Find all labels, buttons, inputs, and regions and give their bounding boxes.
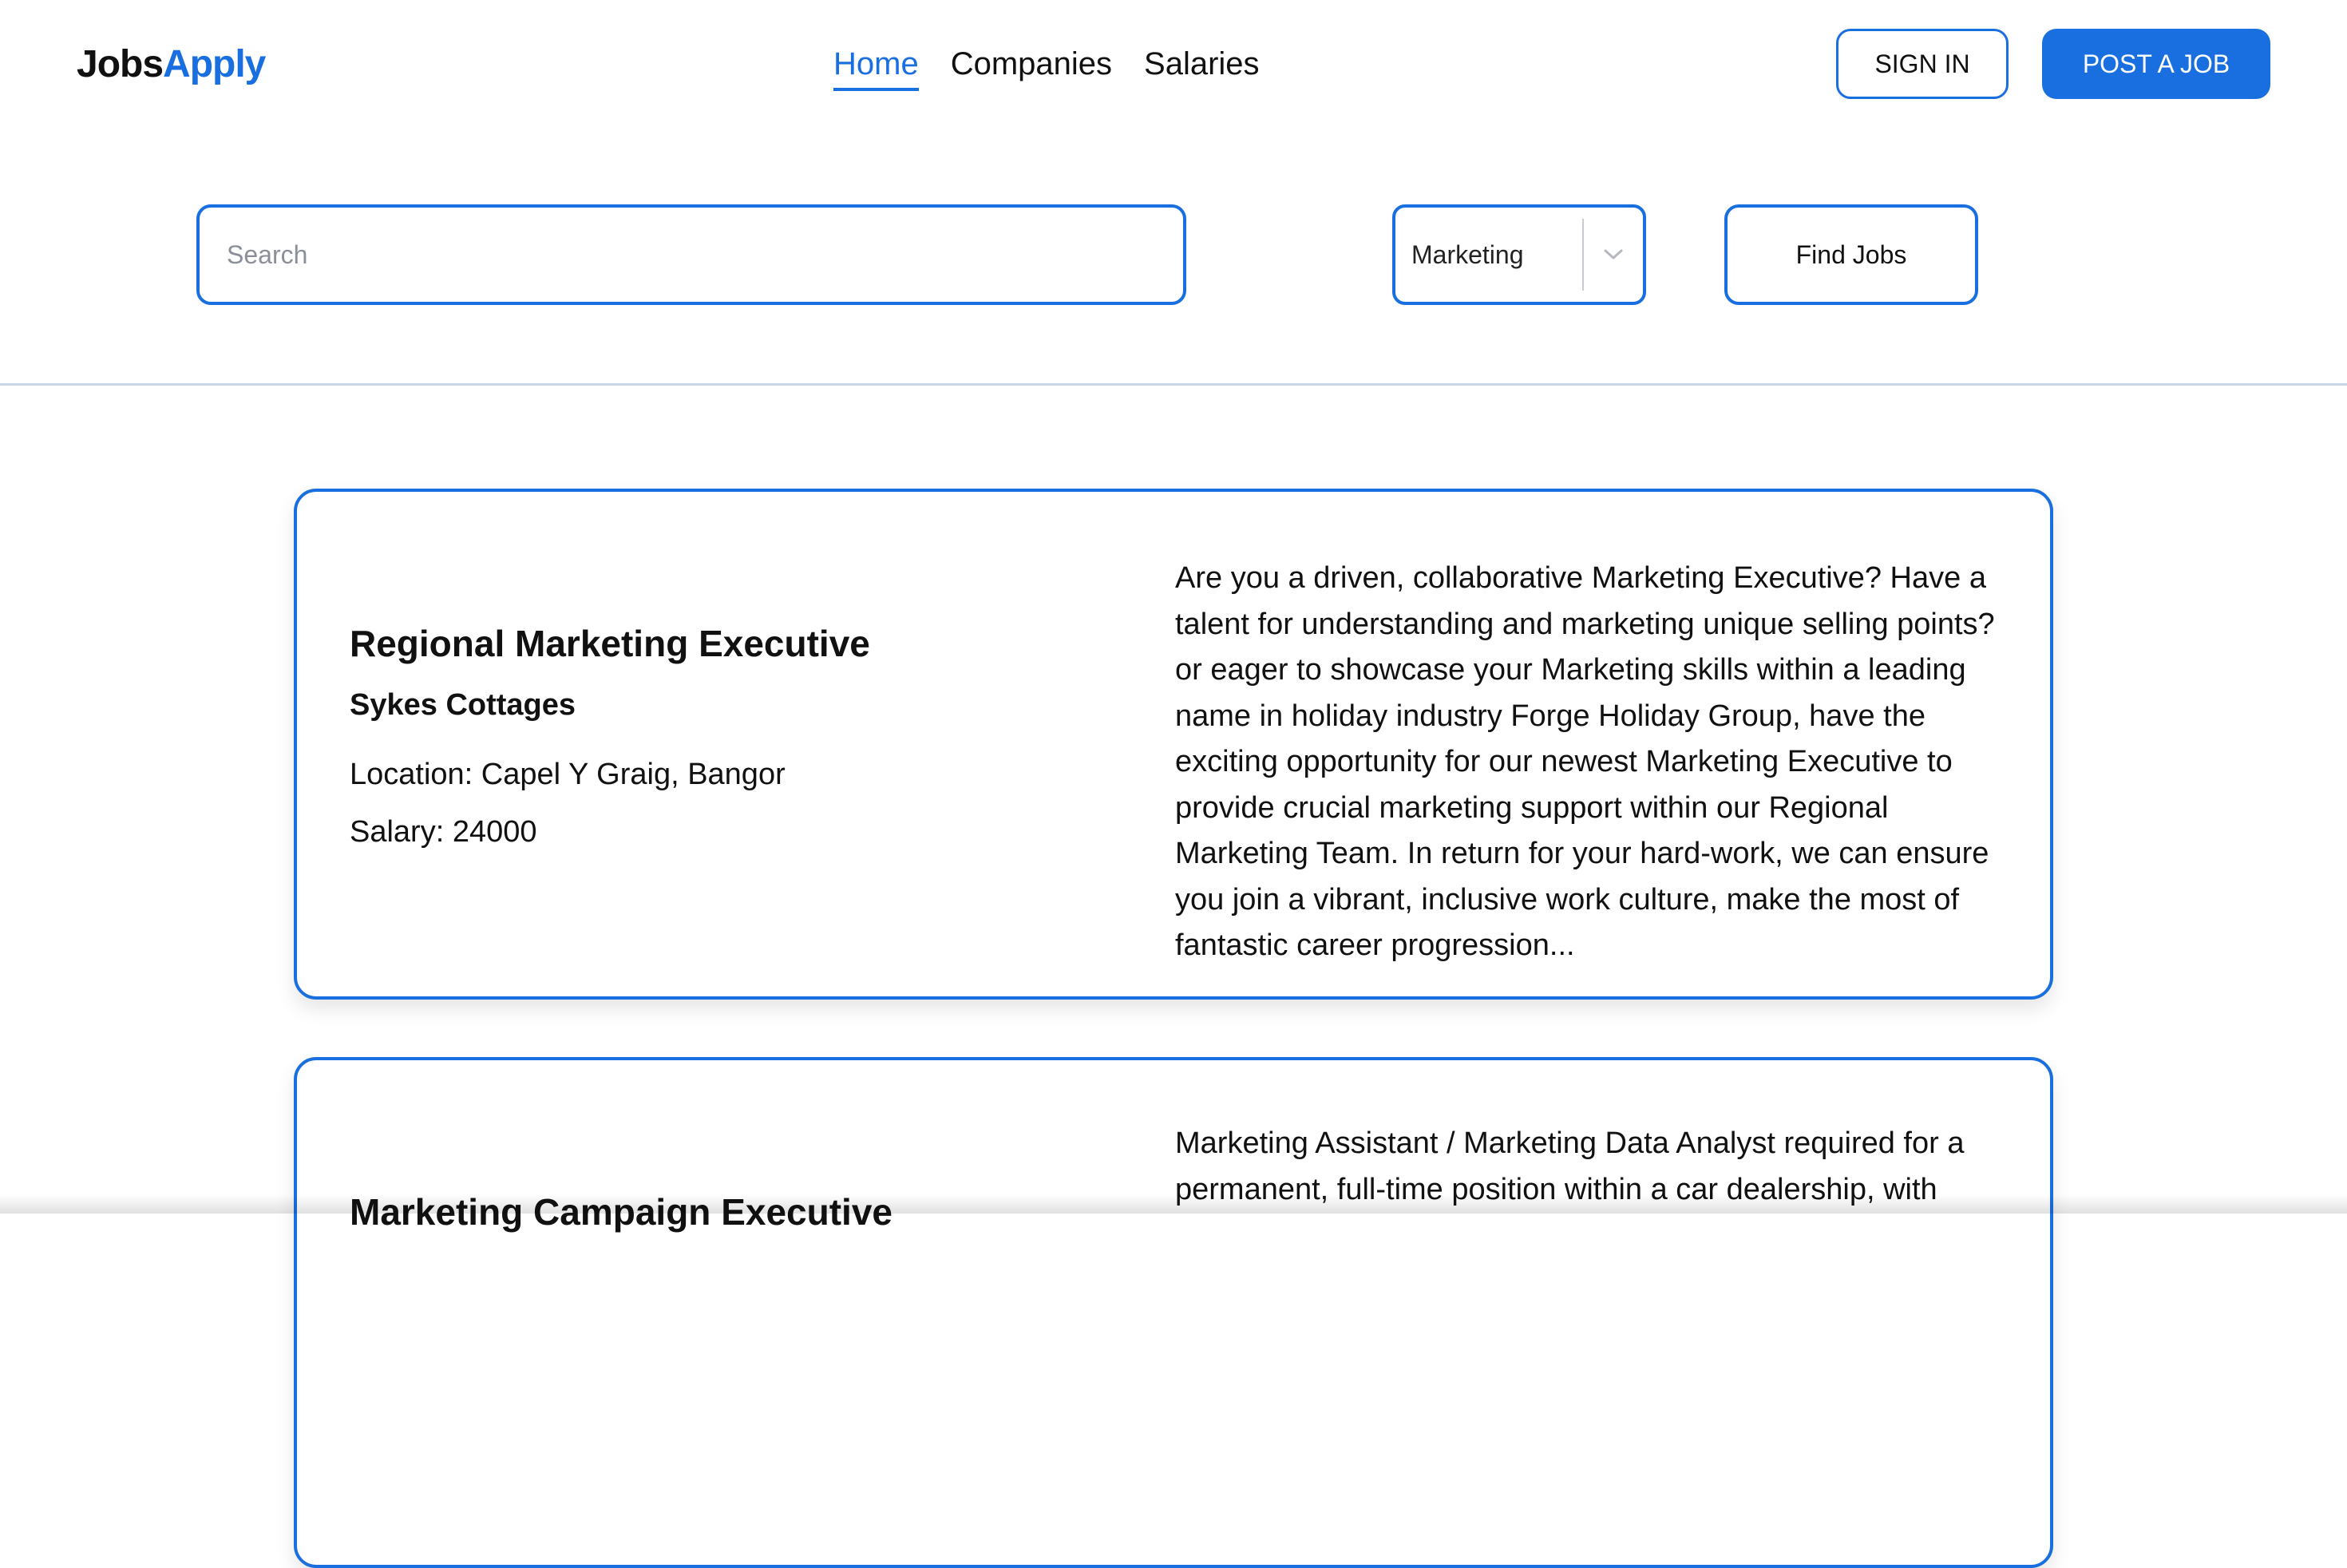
section-divider — [0, 383, 2347, 386]
job-card-summary: Regional Marketing Executive Sykes Cotta… — [350, 492, 1068, 996]
chevron-down-icon — [1584, 248, 1643, 261]
job-title[interactable]: Regional Marketing Executive — [350, 620, 1068, 667]
search-input[interactable] — [196, 204, 1186, 305]
sign-in-button[interactable]: SIGN IN — [1836, 29, 2009, 99]
brand-logo-part1: Jobs — [77, 43, 164, 85]
job-card[interactable]: Marketing Campaign Executive Marketing A… — [294, 1057, 2053, 1568]
job-card[interactable]: Regional Marketing Executive Sykes Cotta… — [294, 489, 2053, 1000]
job-location: Location: Capel Y Graig, Bangor — [350, 758, 786, 791]
nav-item-home[interactable]: Home — [833, 42, 919, 91]
category-select[interactable]: Marketing — [1392, 204, 1646, 305]
top-header: JobsApply Home Companies Salaries SIGN I… — [0, 0, 2347, 128]
nav-item-salaries[interactable]: Salaries — [1144, 42, 1260, 88]
category-select-value: Marketing — [1411, 240, 1524, 269]
brand-logo[interactable]: JobsApply — [77, 38, 266, 91]
nav-item-companies[interactable]: Companies — [951, 42, 1112, 88]
job-company: Sykes Cottages — [350, 688, 576, 722]
job-salary: Salary: 24000 — [350, 815, 537, 849]
find-jobs-button[interactable]: Find Jobs — [1724, 204, 1978, 305]
post-job-button[interactable]: POST A JOB — [2042, 29, 2270, 99]
job-card-summary: Marketing Campaign Executive — [350, 1060, 1068, 1565]
job-description: Are you a driven, collaborative Marketin… — [1175, 561, 1995, 962]
viewport-bottom-shadow — [0, 1194, 2347, 1214]
main-nav: Home Companies Salaries — [833, 42, 1260, 91]
brand-logo-part2: Apply — [163, 43, 266, 85]
